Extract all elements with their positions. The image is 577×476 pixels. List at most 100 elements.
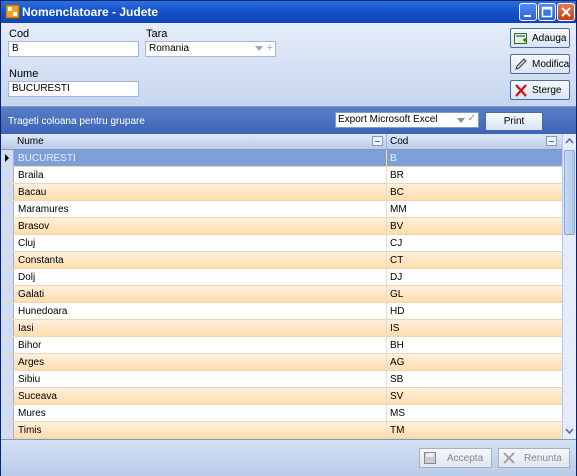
title-bar[interactable]: Nomenclatoare - Judete xyxy=(1,1,576,23)
row-indicator[interactable] xyxy=(1,252,14,268)
cell-cod[interactable]: TM xyxy=(390,425,404,436)
row-indicator[interactable] xyxy=(1,269,14,285)
cell-nume[interactable]: Constanta xyxy=(18,255,64,266)
cell-cod[interactable]: BV xyxy=(390,221,403,232)
column-divider xyxy=(386,388,387,404)
row-indicator[interactable] xyxy=(1,150,14,166)
cell-cod[interactable]: GL xyxy=(390,289,403,300)
row-indicator[interactable] xyxy=(1,303,14,319)
row-indicator[interactable] xyxy=(1,405,14,421)
cell-cod[interactable]: BH xyxy=(390,340,404,351)
row-indicator[interactable] xyxy=(1,422,14,438)
cell-nume[interactable]: Bihor xyxy=(18,340,41,351)
table-row[interactable]: Braila BR xyxy=(1,167,562,184)
row-indicator[interactable] xyxy=(1,167,14,183)
column-header-cod[interactable]: Cod xyxy=(387,134,562,149)
edit-button[interactable]: Modifica xyxy=(510,54,570,74)
table-row[interactable]: Timis TM xyxy=(1,422,562,439)
cell-nume[interactable]: BUCURESTI xyxy=(18,153,76,164)
row-indicator[interactable] xyxy=(1,337,14,353)
nume-input[interactable]: BUCURESTI xyxy=(8,81,139,97)
table-row[interactable]: Hunedoara HD xyxy=(1,303,562,320)
group-by-panel[interactable]: Trageti coloana pentru grupare Export Mi… xyxy=(1,107,576,134)
cell-cod[interactable]: B xyxy=(390,153,397,164)
cell-cod[interactable]: AG xyxy=(390,357,404,368)
column-header-nume[interactable]: Nume xyxy=(14,134,387,149)
table-row[interactable]: Bihor BH xyxy=(1,337,562,354)
cell-cod[interactable]: CT xyxy=(390,255,403,266)
add-button[interactable]: Adauga xyxy=(510,28,570,48)
close-button[interactable] xyxy=(557,3,575,21)
vertical-scrollbar[interactable] xyxy=(562,134,576,439)
cell-cod[interactable]: DJ xyxy=(390,272,402,283)
maximize-button[interactable] xyxy=(538,3,556,21)
table-row[interactable]: Cluj CJ xyxy=(1,235,562,252)
table-row[interactable]: Suceava SV xyxy=(1,388,562,405)
cancel-button[interactable]: Renunta xyxy=(498,448,570,468)
window-title: Nomenclatoare - Judete xyxy=(22,5,159,19)
cell-nume[interactable]: Suceava xyxy=(18,391,57,402)
table-row[interactable]: BUCURESTI B xyxy=(1,150,562,167)
cell-nume[interactable]: Hunedoara xyxy=(18,306,67,317)
cell-cod[interactable]: BR xyxy=(390,170,404,181)
row-indicator[interactable] xyxy=(1,320,14,336)
scroll-down-icon[interactable] xyxy=(564,424,575,437)
table-row[interactable]: Maramures MM xyxy=(1,201,562,218)
chevron-down-icon[interactable] xyxy=(255,46,263,51)
chevron-down-icon[interactable] xyxy=(457,118,465,123)
cell-cod[interactable]: SB xyxy=(390,374,403,385)
filter-icon[interactable] xyxy=(546,136,557,146)
cell-cod[interactable]: MS xyxy=(390,408,405,419)
table-row[interactable]: Sibiu SB xyxy=(1,371,562,388)
export-select[interactable]: Export Microsoft Excel ✓ xyxy=(335,112,479,128)
filter-icon[interactable] xyxy=(372,136,383,146)
cell-cod[interactable]: SV xyxy=(390,391,403,402)
cell-nume[interactable]: Brasov xyxy=(18,221,49,232)
cell-nume[interactable]: Arges xyxy=(18,357,44,368)
table-row[interactable]: Mures MS xyxy=(1,405,562,422)
row-indicator[interactable] xyxy=(1,184,14,200)
tara-select[interactable]: Romania + xyxy=(145,41,276,57)
row-indicator[interactable] xyxy=(1,235,14,251)
delete-button[interactable]: Sterge xyxy=(510,80,570,100)
scrollbar-thumb[interactable] xyxy=(564,150,575,235)
cell-nume[interactable]: Mures xyxy=(18,408,46,419)
plus-icon[interactable]: + xyxy=(267,42,273,54)
row-indicator[interactable] xyxy=(1,371,14,387)
table-row[interactable]: Arges AG xyxy=(1,354,562,371)
cod-input[interactable]: B xyxy=(8,41,139,57)
accept-button-label: Accepta xyxy=(447,453,484,464)
cell-nume[interactable]: Maramures xyxy=(18,204,69,215)
cell-nume[interactable]: Galati xyxy=(18,289,44,300)
row-indicator[interactable] xyxy=(1,388,14,404)
cell-nume[interactable]: Iasi xyxy=(18,323,34,334)
cell-nume[interactable]: Sibiu xyxy=(18,374,40,385)
cell-nume[interactable]: Dolj xyxy=(18,272,35,283)
row-indicator[interactable] xyxy=(1,201,14,217)
cell-nume[interactable]: Braila xyxy=(18,170,44,181)
table-row[interactable]: Iasi IS xyxy=(1,320,562,337)
accept-button[interactable]: Accepta xyxy=(419,448,492,468)
table-row[interactable]: Brasov BV xyxy=(1,218,562,235)
cell-cod[interactable]: BC xyxy=(390,187,404,198)
minimize-button[interactable] xyxy=(519,3,537,21)
table-row[interactable]: Dolj DJ xyxy=(1,269,562,286)
row-indicator[interactable] xyxy=(1,218,14,234)
cell-nume[interactable]: Cluj xyxy=(18,238,35,249)
cell-nume[interactable]: Timis xyxy=(18,425,42,436)
row-indicator[interactable] xyxy=(1,354,14,370)
column-divider xyxy=(386,337,387,353)
judete-grid[interactable]: Nume Cod BUCURESTI B Braila BR Bacau BC Maramu… xyxy=(1,134,562,439)
table-row[interactable]: Bacau BC xyxy=(1,184,562,201)
cell-cod[interactable]: MM xyxy=(390,204,407,215)
scroll-up-icon[interactable] xyxy=(564,135,575,148)
cell-nume[interactable]: Bacau xyxy=(18,187,46,198)
cell-cod[interactable]: CJ xyxy=(390,238,402,249)
cell-cod[interactable]: HD xyxy=(390,306,404,317)
row-indicator[interactable] xyxy=(1,286,14,302)
cell-cod[interactable]: IS xyxy=(390,323,399,334)
table-row[interactable]: Galati GL xyxy=(1,286,562,303)
print-button[interactable]: Print xyxy=(485,112,543,131)
check-icon[interactable]: ✓ xyxy=(468,113,476,124)
table-row[interactable]: Constanta CT xyxy=(1,252,562,269)
